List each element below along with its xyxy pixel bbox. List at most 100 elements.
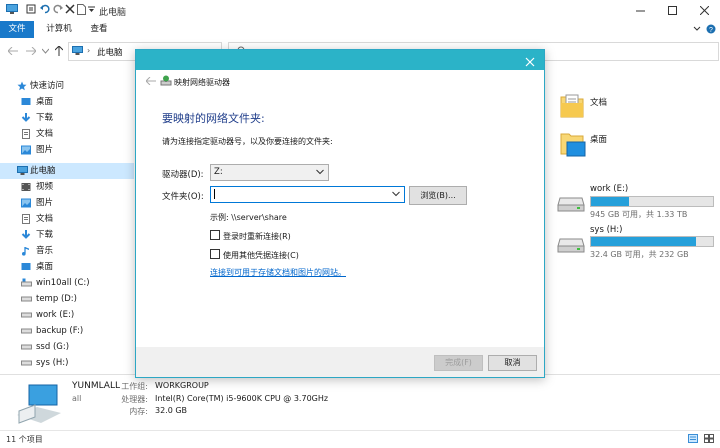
breadcrumb-separator: › (87, 46, 91, 55)
minimize-button[interactable] (624, 0, 656, 21)
details-pane: YUNMLALL all 工作组: WORKGROUP 处理器: Intel(R… (0, 374, 720, 431)
customize-toolbar-chevron-icon[interactable] (88, 6, 95, 13)
back-arrow-icon[interactable] (8, 47, 18, 55)
sidebar-item-pictures[interactable]: 图片 (0, 142, 134, 158)
sidebar-item-drive-f[interactable]: backup (F:) (0, 323, 134, 339)
connect-website-link[interactable]: 连接到可用于存储文档和图片的网站。 (210, 267, 346, 278)
undo-icon[interactable] (40, 4, 50, 14)
drive-icon (21, 294, 32, 304)
sidebar-item-documents-pc[interactable]: 文档 (0, 211, 134, 227)
download-icon (21, 113, 31, 123)
forward-arrow-icon[interactable] (26, 47, 36, 55)
ribbon-expand-icon[interactable] (693, 25, 701, 33)
drive-letter-select[interactable]: Z: (210, 164, 329, 181)
sidebar-item-quick-access[interactable]: 快速访问 (0, 78, 134, 94)
picture-icon (21, 198, 31, 208)
redo-icon[interactable] (53, 4, 63, 14)
back-arrow-icon[interactable] (146, 77, 156, 85)
map-network-drive-dialog: 映射网络驱动器 要映射的网络文件夹: 请为连接指定驱动器号，以及你要连接的文件夹… (135, 49, 545, 378)
memory-label: 内存: (129, 407, 148, 416)
drive-icon (21, 358, 32, 368)
tab-computer[interactable]: 计算机 (38, 21, 80, 38)
item-count: 11 个项目 (6, 435, 43, 444)
drive-name: sys (H:) (590, 225, 623, 235)
folder-label: 文件夹(O): (162, 192, 204, 202)
text-cursor (214, 189, 215, 199)
finish-button[interactable]: 完成(F) (434, 355, 483, 371)
sidebar-item-desktop[interactable]: 桌面 (0, 94, 134, 110)
sidebar-item-downloads[interactable]: 下载 (0, 110, 134, 126)
sidebar-item-documents[interactable]: 文档 (0, 126, 134, 142)
drive-letter-label: 驱动器(D): (162, 170, 204, 180)
music-icon (21, 246, 31, 256)
path-example: 示例: \\server\share (210, 213, 287, 222)
properties-icon[interactable] (26, 4, 36, 14)
breadcrumb[interactable]: 此电脑 (97, 46, 123, 58)
documents-folder-icon (560, 93, 584, 119)
drive-icon (21, 326, 32, 336)
tab-file[interactable]: 文件 (0, 21, 34, 38)
sidebar-item-pictures-pc[interactable]: 图片 (0, 195, 134, 211)
document-icon (21, 129, 31, 139)
large-icons-view-icon[interactable] (704, 434, 714, 443)
sidebar-item-drive-e[interactable]: work (E:) (0, 307, 134, 323)
drive-space-info: 945 GB 可用，共 1.33 TB (590, 210, 688, 219)
reconnect-at-signin-checkbox[interactable]: 登录时重新连接(R) (210, 230, 291, 242)
chevron-down-icon[interactable] (392, 191, 400, 197)
browse-button[interactable]: 浏览(B)... (409, 186, 467, 205)
drive-usage-fill (591, 197, 629, 206)
maximize-button[interactable] (656, 0, 688, 21)
drive-name: work (E:) (590, 184, 629, 194)
delete-icon[interactable] (65, 4, 75, 14)
up-arrow-icon[interactable] (55, 46, 63, 56)
title-bar: 此电脑 (0, 0, 720, 21)
windows-drive-icon (21, 278, 32, 288)
memory-value: 32.0 GB (155, 406, 188, 415)
checkbox-label: 使用其他凭据连接(C) (223, 251, 299, 260)
dialog-close-button[interactable] (522, 54, 538, 70)
sidebar-item-music[interactable]: 音乐 (0, 243, 134, 259)
cancel-button[interactable]: 取消 (488, 355, 537, 371)
dialog-footer: 完成(F) 取消 (136, 347, 544, 377)
drive-usage-fill (591, 237, 696, 246)
desktop-icon (21, 262, 31, 272)
checkbox-box[interactable] (210, 230, 220, 240)
recent-locations-chevron-icon[interactable] (42, 48, 49, 54)
drive-item-sys[interactable]: sys (H:) 32.4 GB 可用，共 232 GB (555, 223, 715, 263)
download-icon (21, 230, 31, 240)
window-title: 此电脑 (99, 8, 127, 18)
folder-input[interactable] (210, 186, 405, 203)
dialog-title-row: 映射网络驱动器 (136, 70, 544, 93)
drive-icon (21, 342, 32, 352)
close-button[interactable] (688, 0, 720, 21)
drive-item-work[interactable]: work (E:) 945 GB 可用，共 1.33 TB (555, 182, 715, 222)
new-file-icon[interactable] (77, 4, 86, 15)
video-icon (21, 182, 31, 192)
sidebar-item-videos[interactable]: 视频 (0, 179, 134, 195)
computer-icon (6, 4, 18, 15)
dialog-title: 映射网络驱动器 (174, 78, 230, 87)
document-icon (21, 214, 31, 224)
sidebar-item-drive-g[interactable]: ssd (G:) (0, 339, 134, 355)
sidebar-item-drive-h[interactable]: sys (H:) (0, 355, 134, 371)
sidebar-item-desktop-pc[interactable]: 桌面 (0, 259, 134, 275)
computer-icon (17, 166, 28, 176)
computer-subtitle: all (72, 394, 82, 403)
help-icon[interactable]: ? (706, 24, 716, 34)
use-other-credentials-checkbox[interactable]: 使用其他凭据连接(C) (210, 249, 299, 261)
picture-icon (21, 145, 31, 155)
folder-name: 桌面 (590, 135, 608, 145)
drive-letter-value: Z: (214, 167, 223, 177)
sidebar-item-downloads-pc[interactable]: 下载 (0, 227, 134, 243)
sidebar-item-drive-d[interactable]: temp (D:) (0, 291, 134, 307)
cpu-label: 处理器: (121, 395, 148, 404)
checkbox-box[interactable] (210, 249, 220, 259)
workgroup-value: WORKGROUP (155, 381, 209, 390)
details-view-icon[interactable] (688, 434, 698, 443)
cpu-value: Intel(R) Core(TM) i5-9600K CPU @ 3.70GHz (155, 394, 329, 403)
chevron-down-icon (316, 169, 324, 175)
sidebar-item-drive-c[interactable]: win10all (C:) (0, 275, 134, 291)
sidebar-item-this-pc[interactable]: 此电脑 (0, 163, 134, 179)
tab-view[interactable]: 查看 (82, 21, 116, 38)
desktop-folder-icon (560, 130, 586, 158)
